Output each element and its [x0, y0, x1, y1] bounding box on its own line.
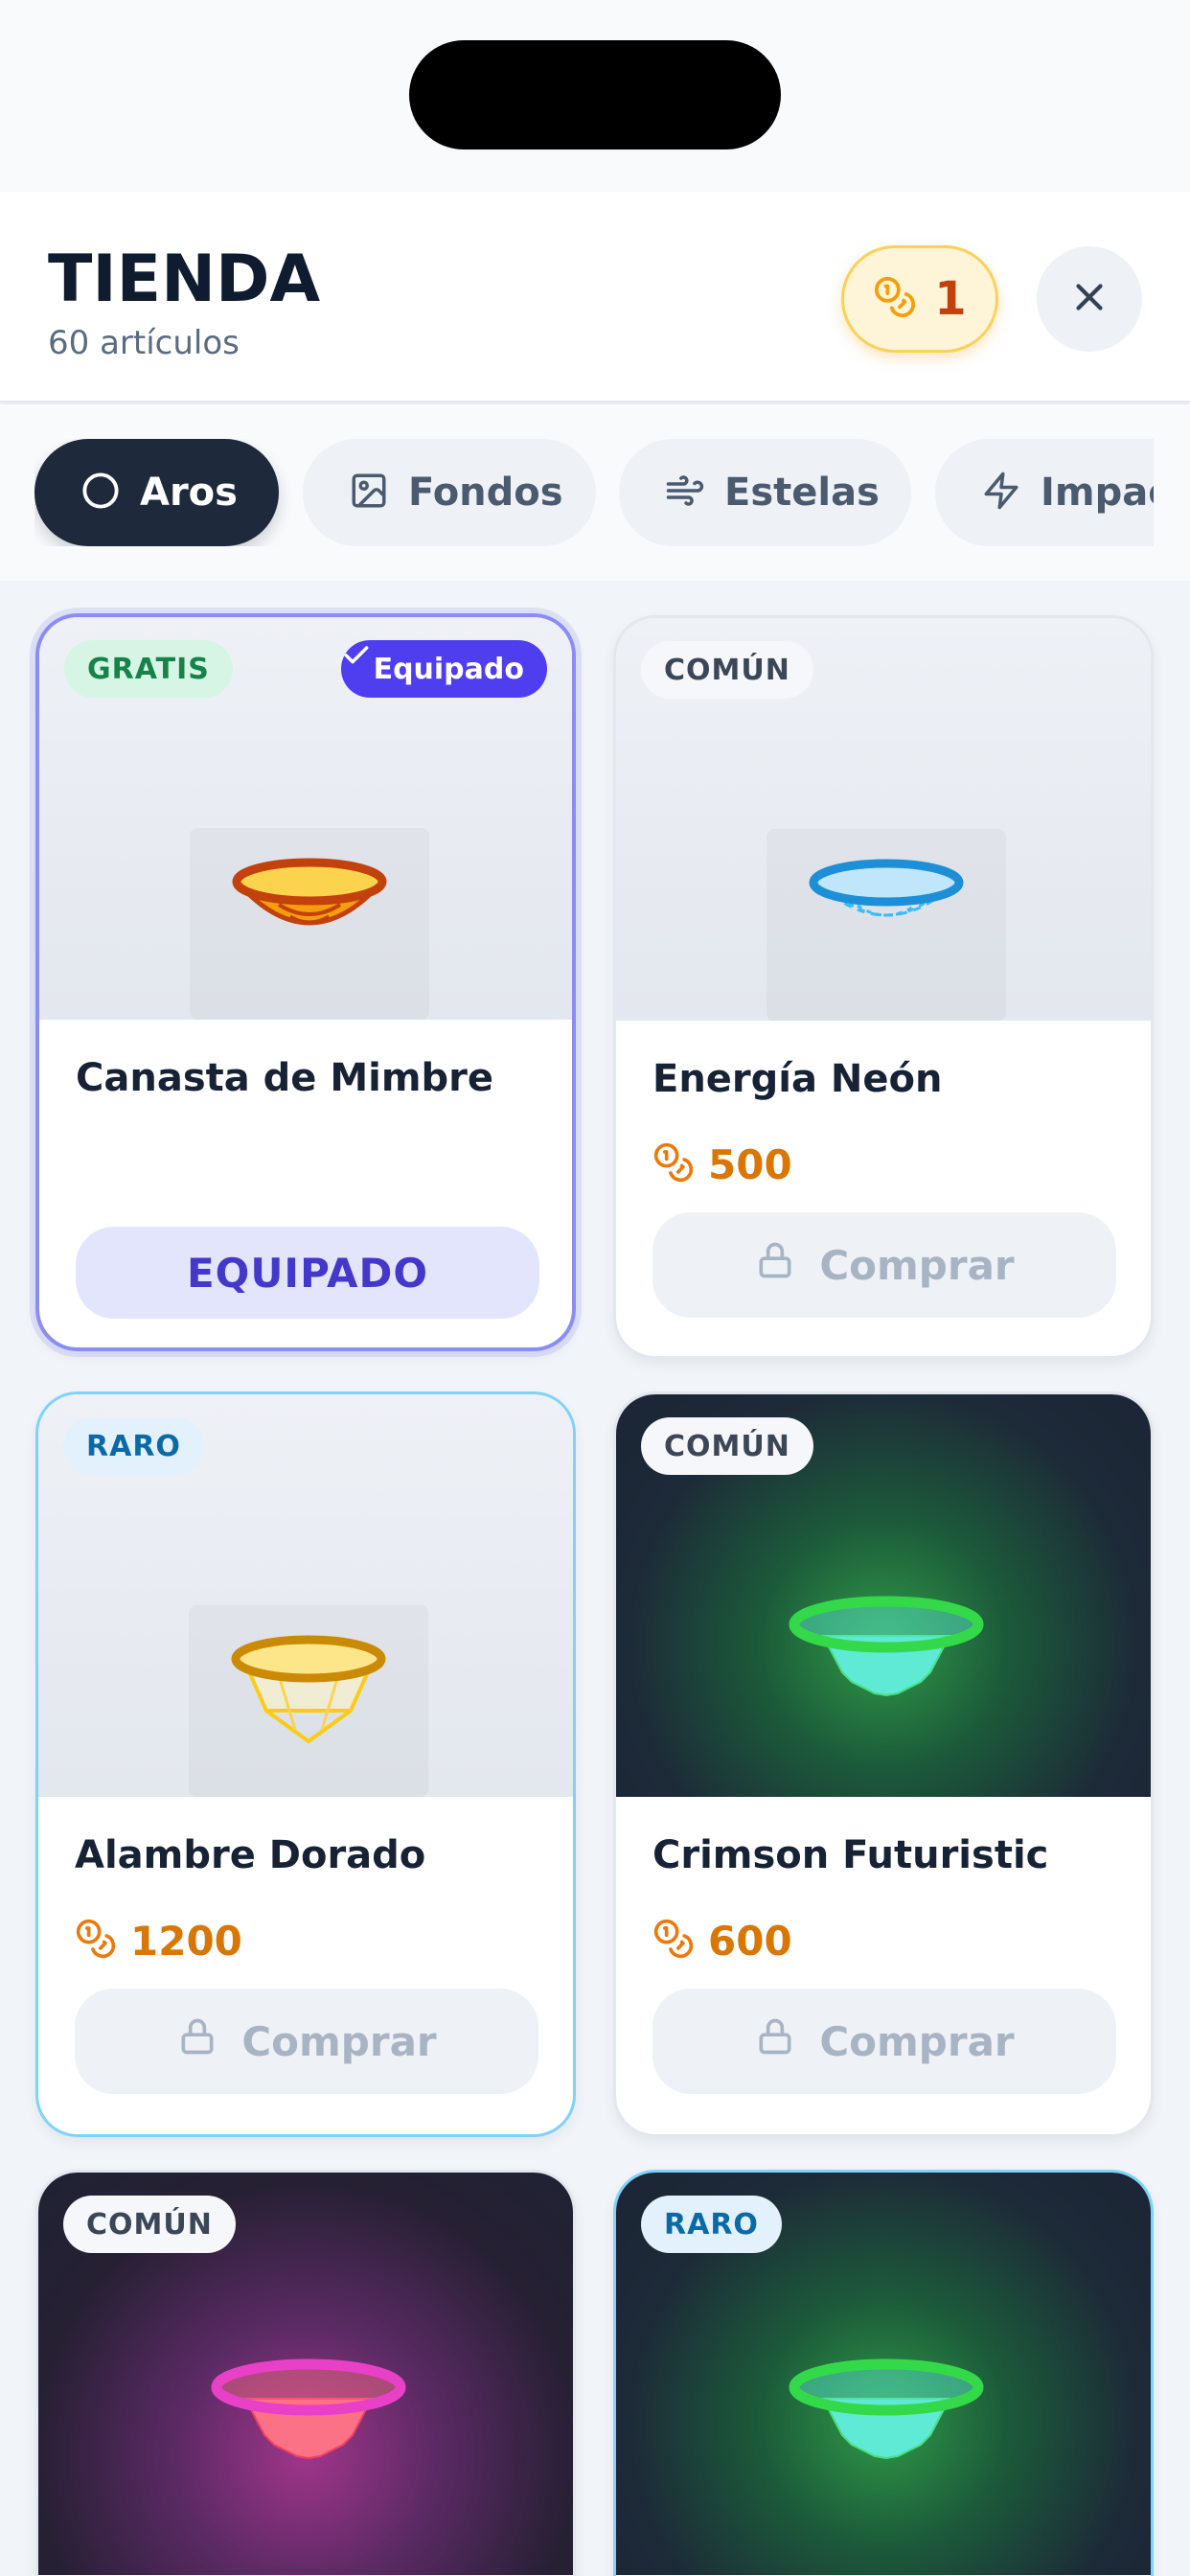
- bolt-icon: [981, 471, 1021, 515]
- item-name: Energía Neón: [652, 1057, 943, 1101]
- image-icon: [349, 471, 389, 515]
- equipped-badge: Equipado: [340, 640, 547, 698]
- coin-count: 1: [934, 272, 967, 326]
- tab-label: Estelas: [724, 471, 880, 515]
- tab-label: Fondos: [408, 471, 563, 515]
- rarity-badge: COMÚN: [641, 641, 813, 699]
- wind-icon: [665, 471, 705, 515]
- coins-icon: [873, 275, 917, 323]
- lock-icon: [754, 1239, 796, 1291]
- shop-header: TIENDA 60 artículos 1: [0, 192, 1190, 402]
- item-card[interactable]: COMÚN: [35, 2170, 576, 2576]
- item-card[interactable]: COMÚN Crimson Futuristic 600 Comprar: [613, 1392, 1154, 2137]
- price-value: 600: [708, 1917, 792, 1965]
- tab-impactos[interactable]: Impac: [935, 439, 1154, 546]
- item-preview: COMÚN: [616, 1394, 1151, 1797]
- coin-balance[interactable]: 1: [841, 245, 998, 353]
- item-price: 1200: [75, 1912, 242, 1969]
- item-name: Alambre Dorado: [75, 1833, 426, 1877]
- coins-icon: [652, 1141, 695, 1187]
- buy-button[interactable]: Comprar: [75, 1989, 538, 2094]
- page-title: TIENDA: [48, 242, 321, 317]
- category-tabs: Aros Fondos Estelas Impac: [0, 404, 1190, 581]
- tab-label: Aros: [140, 471, 238, 515]
- tab-aros[interactable]: Aros: [34, 439, 279, 546]
- equipped-label: Equipado: [373, 652, 524, 686]
- buy-button[interactable]: Comprar: [652, 1989, 1116, 2094]
- item-card[interactable]: RARO: [613, 2170, 1154, 2576]
- buy-button[interactable]: Comprar: [652, 1212, 1116, 1318]
- item-price: 600: [652, 1912, 792, 1969]
- item-name: Canasta de Mimbre: [76, 1056, 494, 1100]
- item-price: 500: [652, 1136, 792, 1193]
- status-bar: [0, 0, 1190, 192]
- rarity-badge: COMÚN: [63, 2196, 236, 2253]
- item-card[interactable]: RARO Alambre Dorado 1200 Comprar: [35, 1392, 576, 2137]
- buy-label: Comprar: [819, 2017, 1015, 2065]
- rarity-badge: RARO: [63, 1417, 204, 1475]
- buy-label: Comprar: [819, 1241, 1015, 1289]
- equipped-button[interactable]: EQUIPADO: [76, 1227, 539, 1319]
- item-card[interactable]: COMÚN Energía Neón 500 Comprar: [613, 615, 1154, 1359]
- item-card[interactable]: GRATIS Equipado Canasta de Mimbre EQUIPA…: [35, 613, 576, 1351]
- item-name: Crimson Futuristic: [652, 1833, 1049, 1877]
- tab-estelas[interactable]: Estelas: [619, 439, 911, 546]
- coins-icon: [652, 1918, 695, 1964]
- item-preview: RARO: [616, 2173, 1151, 2575]
- price-value: 1200: [130, 1917, 242, 1965]
- close-icon: [1067, 275, 1111, 323]
- item-preview: COMÚN: [38, 2173, 573, 2575]
- buy-label: Comprar: [241, 2017, 437, 2065]
- rarity-badge: COMÚN: [641, 1417, 813, 1475]
- dynamic-island: [409, 40, 781, 150]
- rarity-badge: RARO: [641, 2196, 782, 2253]
- lock-icon: [176, 2015, 218, 2067]
- lock-icon: [754, 2015, 796, 2067]
- tab-label: Impac: [1041, 471, 1154, 515]
- close-button[interactable]: [1037, 246, 1142, 352]
- tab-fondos[interactable]: Fondos: [303, 439, 596, 546]
- rarity-badge: GRATIS: [64, 640, 233, 698]
- coins-icon: [75, 1918, 117, 1964]
- item-preview: RARO: [38, 1394, 573, 1797]
- item-preview: GRATIS Equipado: [39, 617, 572, 1020]
- price-value: 500: [708, 1140, 792, 1188]
- item-preview: COMÚN: [616, 618, 1151, 1021]
- item-count: 60 artículos: [48, 324, 240, 362]
- circle-icon: [80, 471, 121, 515]
